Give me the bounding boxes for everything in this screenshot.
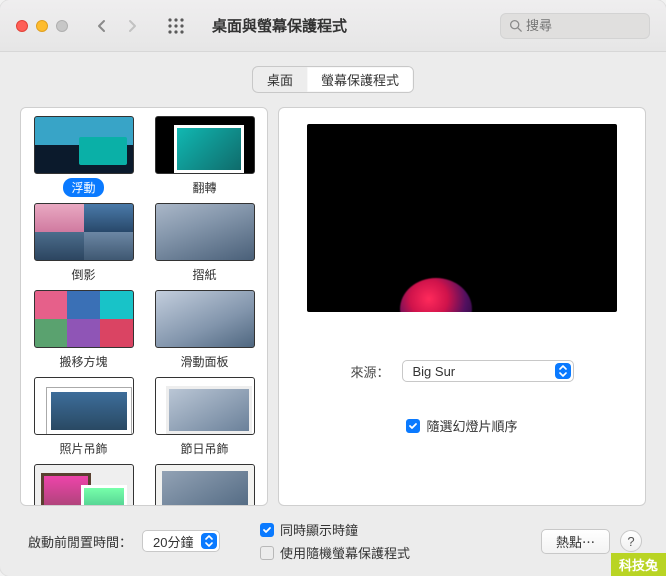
source-row: 來源： Big Sur (307, 360, 617, 382)
chevron-updown-icon (555, 363, 571, 379)
window-traffic-lights (16, 20, 68, 32)
forward-button[interactable] (118, 14, 146, 38)
screensaver-item[interactable]: 照片吊飾 (27, 377, 140, 458)
check-icon (262, 525, 272, 535)
hot-corners-button[interactable]: 熱點⋯ (541, 529, 610, 554)
screensaver-label: 搬移方塊 (51, 352, 115, 371)
source-select[interactable]: Big Sur (402, 360, 574, 382)
help-button[interactable]: ? (620, 530, 642, 552)
bottom-bar: 啟動前閒置時間： 20分鐘 同時顯示時鐘 使用隨機螢幕保護程式 熱點⋯ (0, 512, 666, 576)
shuffle-label: 隨選幻燈片順序 (426, 416, 517, 435)
segmented-tabs: 桌面 螢幕保護程式 (252, 66, 414, 93)
back-button[interactable] (88, 14, 116, 38)
show-clock-label: 同時顯示時鐘 (280, 520, 358, 539)
window-title: 桌面與螢幕保護程式 (212, 15, 347, 36)
chevron-updown-icon (201, 533, 217, 549)
minimize-window-button[interactable] (36, 20, 48, 32)
shuffle-checkbox[interactable] (406, 419, 420, 433)
prefpane-window: 桌面與螢幕保護程式 桌面 螢幕保護程式 浮動 翻轉 (0, 0, 666, 576)
screensaver-thumb (34, 116, 134, 174)
preview-graphic (400, 278, 472, 312)
random-screensaver-checkbox[interactable] (260, 546, 274, 560)
screensaver-thumb (155, 203, 255, 261)
screensaver-item[interactable]: 摺紙 (148, 203, 261, 284)
screensaver-preview[interactable] (307, 124, 617, 312)
idle-select-value: 20分鐘 (153, 532, 193, 551)
screensaver-item[interactable]: 滑動面板 (148, 290, 261, 371)
titlebar: 桌面與螢幕保護程式 (0, 0, 666, 52)
main-panes: 浮動 翻轉 倒影 摺紙 搬移方塊 (0, 93, 666, 512)
shuffle-row: 隨選幻燈片順序 (406, 416, 517, 435)
screensaver-list[interactable]: 浮動 翻轉 倒影 摺紙 搬移方塊 (20, 107, 268, 506)
screensaver-thumb (155, 464, 255, 506)
screensaver-thumb (155, 116, 255, 174)
check-icon (408, 421, 418, 431)
random-screensaver-label: 使用隨機螢幕保護程式 (280, 543, 410, 562)
screensaver-thumb (155, 377, 255, 435)
screensaver-thumb (155, 290, 255, 348)
idle-select[interactable]: 20分鐘 (142, 530, 220, 552)
show-clock-checkbox[interactable] (260, 523, 274, 537)
screensaver-thumb (34, 290, 134, 348)
watermark: 科技兔 (611, 553, 666, 576)
screensaver-item[interactable]: 懷舊列印 (148, 464, 261, 506)
tab-screensaver[interactable]: 螢幕保護程式 (307, 67, 413, 92)
screensaver-label: 照片吊飾 (51, 439, 115, 458)
screensaver-label: 翻轉 (184, 178, 224, 197)
show-all-icon[interactable] (162, 14, 190, 38)
nav-buttons (88, 14, 146, 38)
screensaver-item[interactable]: 搬移方塊 (27, 290, 140, 371)
screensaver-item[interactable]: 倒影 (27, 203, 140, 284)
search-field[interactable] (500, 13, 650, 39)
screensaver-thumb (34, 377, 134, 435)
screensaver-item[interactable]: 照片牆 (27, 464, 140, 506)
screensaver-label: 滑動面板 (172, 352, 236, 371)
close-window-button[interactable] (16, 20, 28, 32)
screensaver-item[interactable]: 浮動 (27, 116, 140, 197)
screensaver-label: 倒影 (63, 265, 103, 284)
screensaver-thumb (34, 203, 134, 261)
search-icon (509, 19, 522, 32)
screensaver-thumb (34, 464, 134, 506)
source-select-value: Big Sur (413, 364, 456, 379)
screensaver-item[interactable]: 節日吊飾 (148, 377, 261, 458)
screensaver-label: 摺紙 (184, 265, 224, 284)
tab-desktop[interactable]: 桌面 (253, 67, 307, 92)
screensaver-preview-pane: 來源： Big Sur 隨選幻燈片順序 (278, 107, 646, 506)
search-input[interactable] (526, 18, 641, 33)
screensaver-item[interactable]: 翻轉 (148, 116, 261, 197)
zoom-window-button[interactable] (56, 20, 68, 32)
screensaver-label: 浮動 (63, 178, 103, 197)
source-label: 來源： (350, 362, 389, 381)
screensaver-label: 節日吊飾 (172, 439, 236, 458)
idle-label: 啟動前閒置時間： (28, 532, 132, 551)
tab-row: 桌面 螢幕保護程式 (0, 66, 666, 93)
